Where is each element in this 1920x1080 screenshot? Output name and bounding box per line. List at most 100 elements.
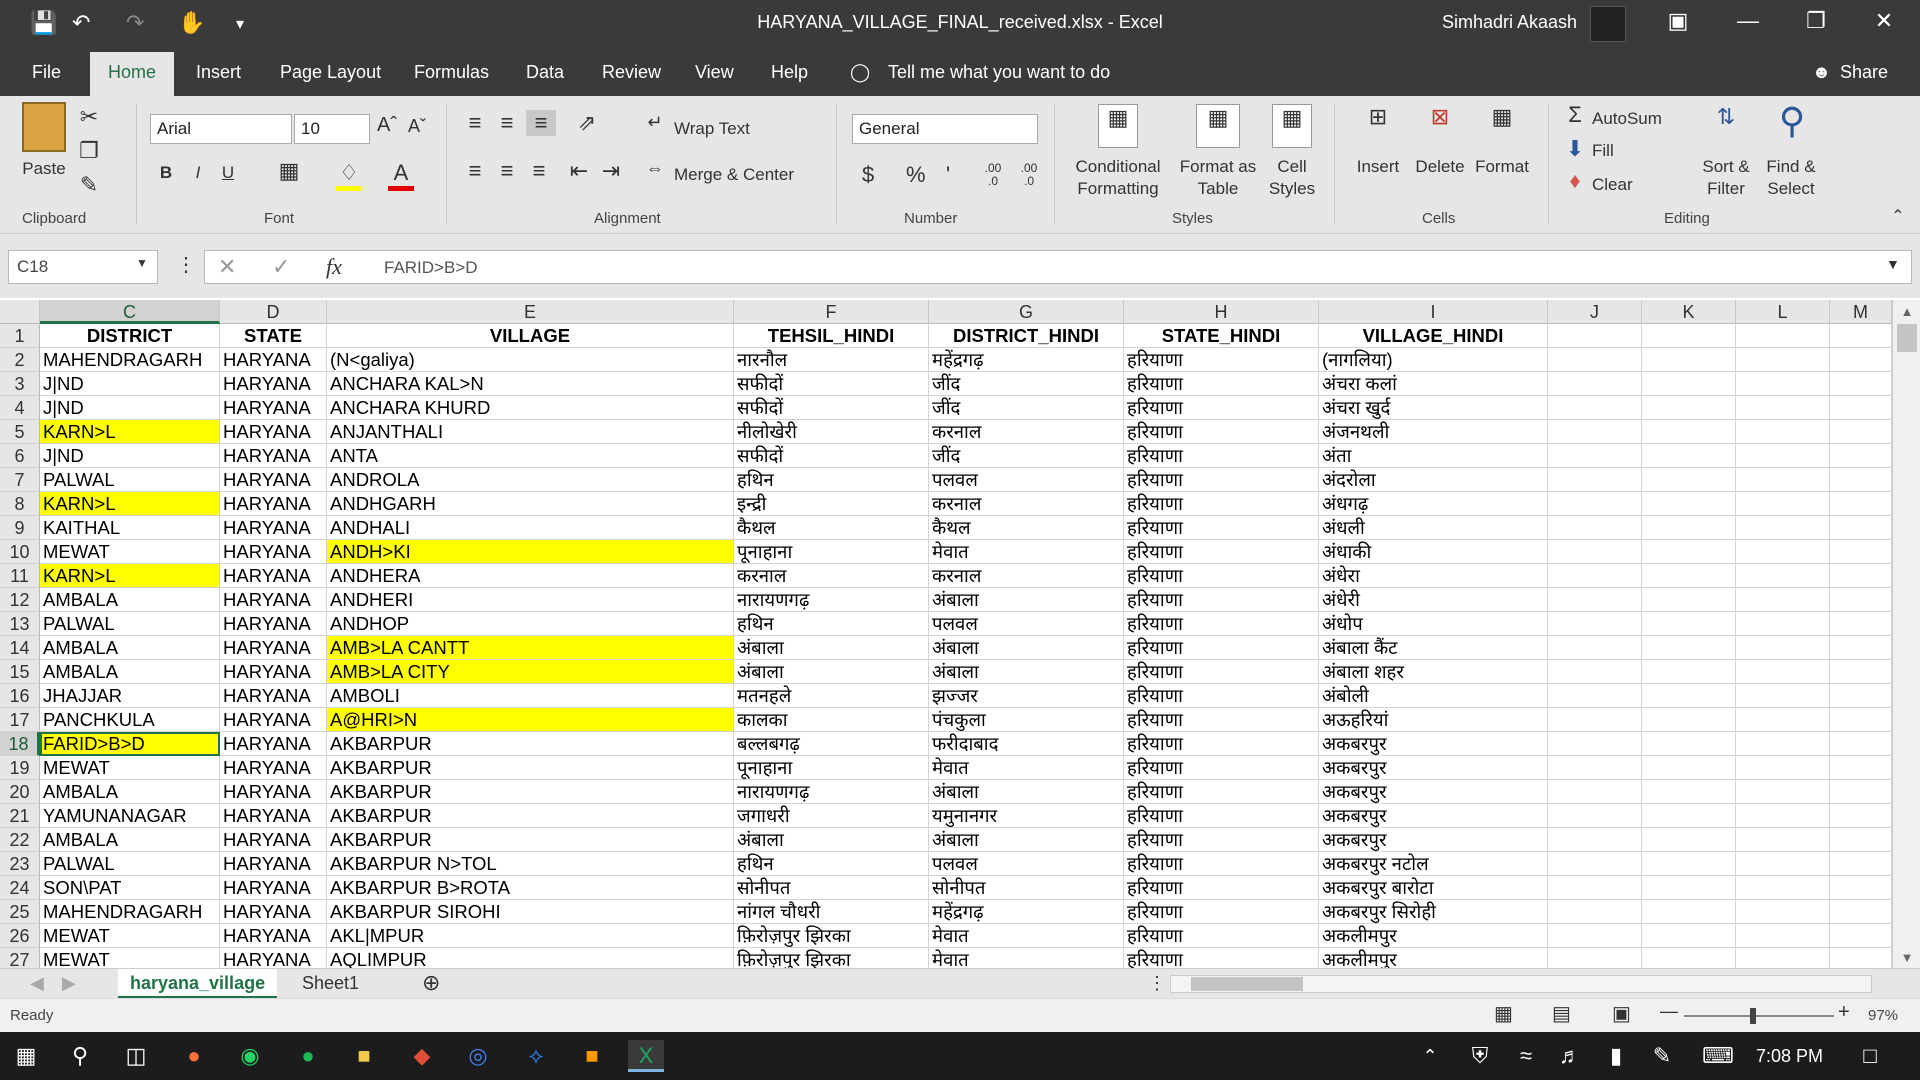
clear-button[interactable]: Clear	[1592, 174, 1633, 196]
column-header-k[interactable]: K	[1642, 300, 1736, 324]
table-cell[interactable]: HARYANA	[220, 684, 327, 708]
table-cell[interactable]: AMB>LA CANTT	[327, 636, 734, 660]
table-cell[interactable]: हरियाणा	[1124, 516, 1319, 540]
row-header[interactable]: 22	[0, 828, 40, 852]
table-cell[interactable]: हरियाणा	[1124, 492, 1319, 516]
table-cell[interactable]: कैथल	[734, 516, 929, 540]
table-cell[interactable]	[1830, 684, 1892, 708]
row-header[interactable]: 24	[0, 876, 40, 900]
table-cell[interactable]: HARYANA	[220, 372, 327, 396]
table-cell[interactable]: अंधोप	[1319, 612, 1548, 636]
table-cell[interactable]: HARYANA	[220, 444, 327, 468]
table-cell[interactable]: अंबाला	[734, 828, 929, 852]
table-cell[interactable]: AKBARPUR	[327, 780, 734, 804]
align-middle-icon[interactable]: ≡	[494, 110, 520, 136]
share-icon[interactable]: ☻	[1812, 62, 1831, 83]
bold-button[interactable]: B	[156, 162, 176, 184]
table-cell[interactable]	[1830, 612, 1892, 636]
name-box-dropdown-icon[interactable]: ▼	[136, 256, 148, 270]
table-cell[interactable]: हरियाणा	[1124, 732, 1319, 756]
zoom-slider-thumb[interactable]	[1750, 1008, 1756, 1024]
table-cell[interactable]	[1642, 564, 1736, 588]
page-layout-view-icon[interactable]: ▤	[1552, 1001, 1571, 1026]
table-cell[interactable]: AKBARPUR	[327, 756, 734, 780]
table-cell[interactable]: ANJANTHALI	[327, 420, 734, 444]
table-cell[interactable]	[1548, 948, 1642, 968]
fill-icon[interactable]: ⬇	[1564, 136, 1586, 162]
align-right-icon[interactable]: ≡	[526, 158, 552, 184]
show-hidden-icons-icon[interactable]: ⌃	[1412, 1040, 1448, 1072]
table-cell[interactable]: करनाल	[929, 564, 1124, 588]
table-cell[interactable]	[1642, 612, 1736, 636]
align-left-icon[interactable]: ≡	[462, 158, 488, 184]
table-cell[interactable]: HARYANA	[220, 756, 327, 780]
table-cell[interactable]: MEWAT	[40, 756, 220, 780]
table-cell[interactable]: हरियाणा	[1124, 588, 1319, 612]
table-cell[interactable]: अकबरपुर नटोल	[1319, 852, 1548, 876]
row-header[interactable]: 15	[0, 660, 40, 684]
shrink-font-icon[interactable]: Aˇ	[404, 116, 430, 137]
table-cell[interactable]: अकबरपुर	[1319, 780, 1548, 804]
table-cell[interactable]: जींद	[929, 372, 1124, 396]
row-header[interactable]: 6	[0, 444, 40, 468]
table-cell[interactable]: AKBARPUR	[327, 828, 734, 852]
vertical-scrollbar[interactable]: ▲ ▼	[1892, 300, 1920, 968]
table-cell[interactable]	[1548, 684, 1642, 708]
table-cell[interactable]: अंधाकी	[1319, 540, 1548, 564]
table-cell[interactable]: अंबाला	[929, 660, 1124, 684]
row-header[interactable]: 11	[0, 564, 40, 588]
tab-home[interactable]: Home	[90, 52, 175, 96]
column-header-i[interactable]: I	[1319, 300, 1548, 324]
table-cell[interactable]	[1736, 516, 1830, 540]
table-cell[interactable]	[1642, 396, 1736, 420]
table-cell[interactable]: जगाधरी	[734, 804, 929, 828]
table-cell[interactable]	[1736, 900, 1830, 924]
row-header[interactable]: 14	[0, 636, 40, 660]
firefox-icon[interactable]: ●	[176, 1040, 212, 1072]
expand-formula-icon[interactable]: ▼	[1886, 256, 1900, 272]
table-cell[interactable]: अंबाला	[734, 660, 929, 684]
table-cell[interactable]: हरियाणा	[1124, 540, 1319, 564]
minimize-icon[interactable]: —	[1728, 8, 1768, 34]
table-cell[interactable]: हरियाणा	[1124, 756, 1319, 780]
table-cell[interactable]	[1548, 468, 1642, 492]
table-cell[interactable]	[1736, 780, 1830, 804]
fill-color-icon[interactable]: ♢	[336, 160, 362, 191]
table-cell[interactable]: (N<galiya)	[327, 348, 734, 372]
tab-data[interactable]: Data	[526, 62, 564, 83]
table-cell[interactable]	[1642, 780, 1736, 804]
increase-decimal-button[interactable]: .00 .0	[980, 162, 1006, 188]
table-cell[interactable]	[1548, 900, 1642, 924]
table-cell[interactable]: HARYANA	[220, 828, 327, 852]
table-cell[interactable]	[1548, 564, 1642, 588]
table-cell[interactable]: मेवात	[929, 924, 1124, 948]
table-cell[interactable]	[1736, 732, 1830, 756]
app-red-icon[interactable]: ◆	[404, 1040, 440, 1072]
user-name[interactable]: Simhadri Akaash	[1442, 12, 1577, 33]
table-cell[interactable]	[1548, 756, 1642, 780]
merge-center-button[interactable]: Merge & Center	[674, 164, 794, 186]
table-cell[interactable]: अकबरपुर	[1319, 732, 1548, 756]
table-cell[interactable]: जींद	[929, 396, 1124, 420]
column-header-d[interactable]: D	[220, 300, 327, 324]
table-cell[interactable]: JHAJJAR	[40, 684, 220, 708]
column-header-e[interactable]: E	[327, 300, 734, 324]
pen-icon[interactable]: ✎	[1644, 1040, 1680, 1072]
table-cell[interactable]: नारायणगढ़	[734, 780, 929, 804]
table-cell[interactable]: अंबाला कैंट	[1319, 636, 1548, 660]
table-cell[interactable]: हरियाणा	[1124, 876, 1319, 900]
share-button[interactable]: Share	[1840, 62, 1888, 83]
row-header[interactable]: 25	[0, 900, 40, 924]
conditional-formatting-icon[interactable]: ▦	[1098, 104, 1138, 148]
italic-button[interactable]: I	[188, 162, 208, 184]
table-cell[interactable]: फ़िरोज़पुर झिरका	[734, 948, 929, 968]
column-header-j[interactable]: J	[1548, 300, 1642, 324]
row-header[interactable]: 5	[0, 420, 40, 444]
table-cell[interactable]	[1642, 924, 1736, 948]
table-cell[interactable]	[1642, 828, 1736, 852]
table-cell[interactable]: अऊहरियां	[1319, 708, 1548, 732]
table-cell[interactable]	[1642, 420, 1736, 444]
avatar[interactable]	[1590, 6, 1626, 42]
font-name-select[interactable]: Arial	[150, 114, 292, 144]
cell-styles-button[interactable]: Cell Styles	[1266, 156, 1318, 200]
